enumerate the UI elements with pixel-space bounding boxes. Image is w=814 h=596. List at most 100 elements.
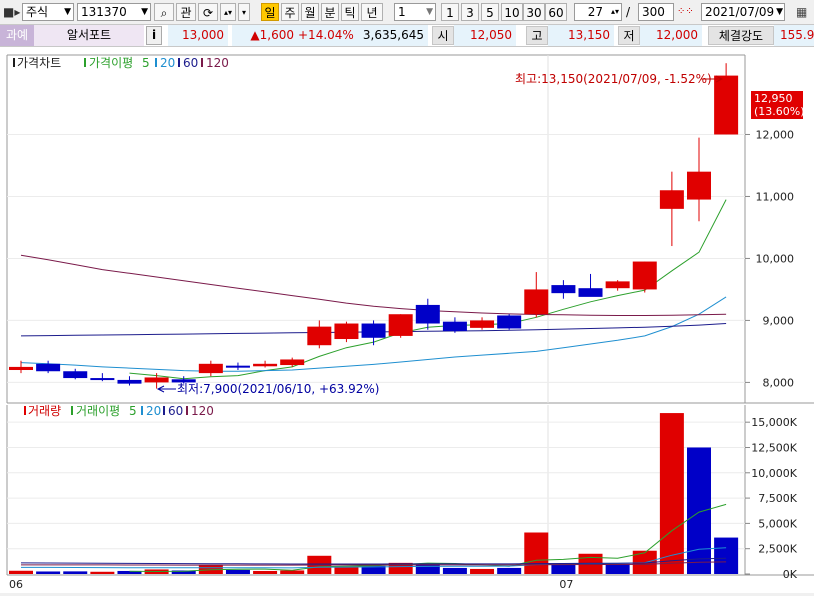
candle-down (225, 365, 250, 368)
volume-tick-label: 15,000K (751, 416, 797, 429)
period-month-tab[interactable]: 월 (301, 3, 319, 21)
legend-volume-ma-label: 거래이평 (76, 404, 120, 418)
last-price-text: 12,950 (754, 92, 793, 105)
chevron-down-icon: ▼ (64, 7, 71, 17)
volume-bar (470, 568, 495, 574)
annotation-high-text: 최고:13,150(2021/07/09, -1.52%) (515, 72, 712, 86)
candle-down (117, 379, 142, 384)
candle-up (198, 363, 223, 374)
volume-bar (687, 447, 711, 574)
chevron-down-icon: ▾ (241, 8, 246, 17)
candle-up (9, 366, 33, 371)
legend-vma5: 5 (129, 404, 137, 418)
interval-3-button[interactable]: 3 (461, 3, 479, 21)
legend-price-title: 가격차트 (17, 56, 61, 70)
interval-10-button[interactable]: 10 (501, 3, 523, 21)
spin-button[interactable]: ▴▾ (220, 3, 236, 21)
volume-bar (551, 563, 576, 574)
stock-code-input[interactable]: 131370 ▼ (77, 3, 151, 21)
legend-vma120: 120 (191, 404, 214, 418)
count-separator: / (626, 5, 631, 19)
legend-ma20: 20 (160, 56, 175, 70)
low-price: 12,000 (640, 25, 702, 46)
period-minute-tab[interactable]: 분 (321, 3, 339, 21)
current-price: 13,000 (168, 25, 228, 46)
interval-5-button[interactable]: 5 (481, 3, 499, 21)
volume-legend: 거래량 거래이평 5 20 60 120 (24, 404, 214, 418)
trade-volume: 3,635,645 (356, 25, 428, 46)
period-day-tab[interactable]: 일 (261, 3, 279, 21)
interval-select-value: 1 (398, 5, 406, 19)
low-annotation: 최저:7,900(2021/06/10, +63.92%) (156, 382, 379, 396)
candle-down (63, 371, 88, 379)
price-frame (6, 54, 814, 404)
candle-up (524, 289, 549, 315)
volume-tick-label: 2,500K (758, 543, 797, 556)
annotation-low-text: 최저:7,900(2021/06/10, +63.92%) (177, 382, 379, 396)
candle-down (497, 315, 522, 329)
search-icon: ⌕ (160, 6, 168, 20)
date-picker[interactable]: 2021/07/09 ▼ (701, 3, 785, 21)
volume-bars (9, 413, 739, 574)
stock-name[interactable]: 알서포트 (34, 25, 144, 46)
volume-bar (63, 571, 88, 574)
total-count-value: 300 (642, 5, 665, 19)
last-price-pct: (13.60%) (754, 105, 805, 118)
total-count-input[interactable]: 300 (638, 3, 674, 21)
chevron-down-icon: ▼ (426, 7, 433, 17)
x-axis-labels: 06 07 (9, 578, 573, 591)
interval-1-button[interactable]: 1 (441, 3, 459, 21)
search-button[interactable]: ⌕ (154, 3, 174, 21)
period-tick-tab[interactable]: 틱 (341, 3, 359, 21)
grid-toggle-icon[interactable]: ⁘⁘ (677, 3, 694, 21)
volume-tick-label: 10,000K (751, 467, 797, 480)
candle-up (470, 320, 495, 328)
interest-button[interactable]: 관 (176, 3, 196, 21)
volume-bar (90, 571, 115, 574)
interval-select[interactable]: 1 ▼ (394, 3, 436, 21)
legend-vma60: 60 (168, 404, 183, 418)
spin-arrows-icon: ▴▾ (223, 8, 233, 17)
candle-up (659, 190, 684, 209)
candle-down (551, 285, 576, 294)
candle-up (280, 359, 305, 366)
calendar-icon[interactable]: ▦ (796, 3, 807, 21)
candle-up (334, 323, 359, 340)
interval-60-button[interactable]: 60 (545, 3, 567, 21)
market-select[interactable]: 주식 ▼ (22, 3, 74, 21)
price-tick-label: 9,000 (763, 314, 795, 327)
period-year-tab[interactable]: 년 (361, 3, 383, 21)
stock-code-value: 131370 (81, 5, 127, 19)
period-week-tab[interactable]: 주 (281, 3, 299, 21)
volume-bar (9, 570, 33, 574)
volume-ma-lines (20, 503, 727, 573)
price-change: ▲1,600 (232, 25, 298, 46)
legend-ma60: 60 (183, 56, 198, 70)
x-tick-label: 07 (559, 578, 573, 591)
window-nav-icon[interactable]: ■▸ (3, 3, 20, 21)
high-label: 고 (526, 26, 548, 45)
ticker-rotate-button[interactable]: ⟳ (198, 3, 218, 21)
info-button[interactable]: i (146, 26, 162, 45)
volume-bar (253, 570, 278, 574)
chevron-down-icon: ▼ (776, 4, 783, 20)
toolbar: ■▸ 주식 ▼ 131370 ▼ ⌕ 관 ⟳ ▴▾ ▾ 일 주 월 분 틱 년 1 ▼… (0, 0, 814, 25)
volume-bar (659, 413, 684, 574)
low-label: 저 (618, 26, 640, 45)
volume-bar (36, 571, 61, 574)
candle-up (605, 281, 630, 289)
volume-bar (497, 567, 522, 574)
display-count-input[interactable]: 27 ▴▾ (574, 3, 622, 21)
rotate-icon: ⟳ (202, 6, 214, 20)
candle-down (442, 321, 467, 331)
status-badge: 과예 (0, 25, 34, 46)
candle-up (632, 261, 657, 290)
volume-bar (714, 537, 739, 574)
chart-svg: 8,000 9,000 10,000 11,000 12,000 0K 2,500K 5,00… (6, 54, 814, 591)
candle-up (144, 377, 169, 383)
interval-30-button[interactable]: 30 (523, 3, 545, 21)
volume-tick-label: 7,500K (758, 492, 797, 505)
change-percent: +14.04% (298, 25, 356, 46)
x-tick-label: 06 (9, 578, 23, 591)
dropdown-button[interactable]: ▾ (238, 3, 250, 21)
